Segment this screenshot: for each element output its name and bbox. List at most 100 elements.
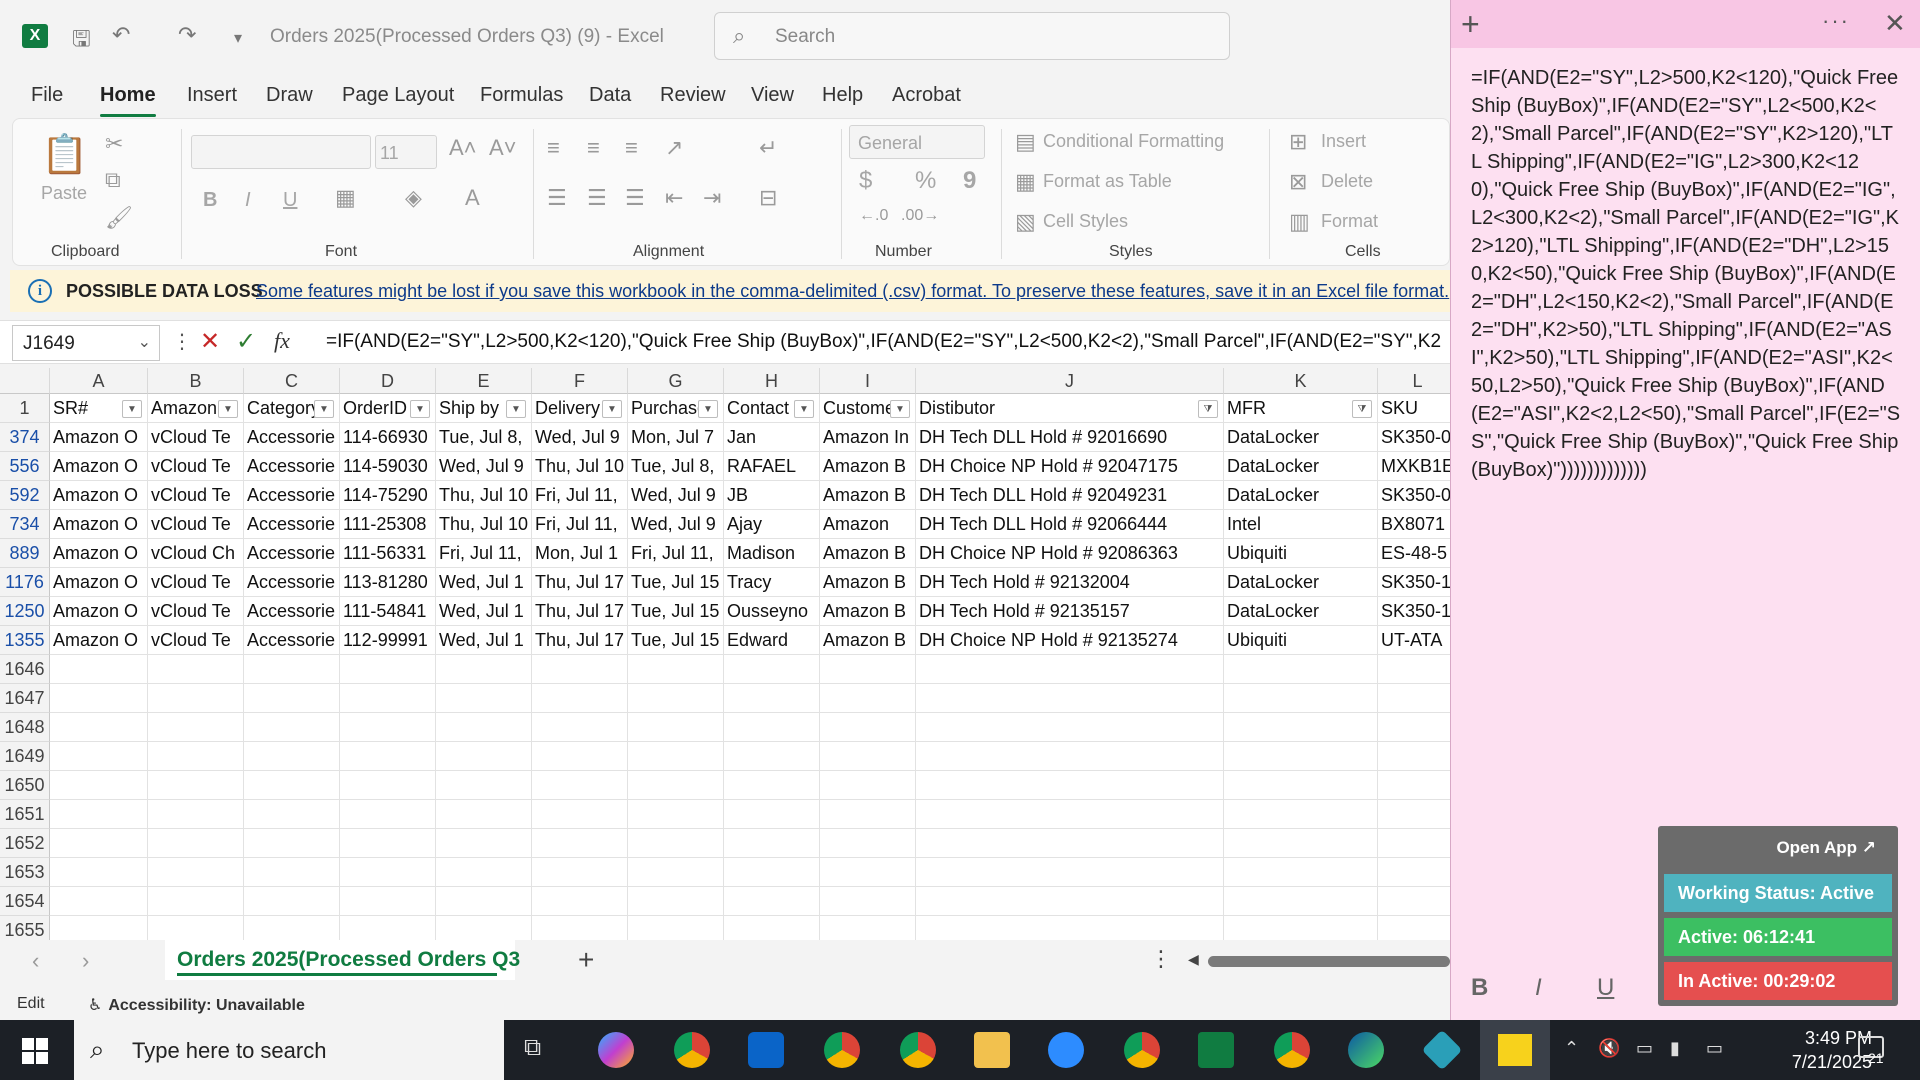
table-cell[interactable]: Amazon O: [50, 510, 148, 539]
filter-dropdown-icon[interactable]: ▼: [218, 400, 238, 418]
empty-cell[interactable]: [628, 655, 724, 684]
filter-dropdown-icon[interactable]: ▼: [602, 400, 622, 418]
table-cell[interactable]: DataLocker: [1224, 452, 1378, 481]
format-cells-button[interactable]: Format: [1321, 211, 1378, 232]
empty-cell[interactable]: [1224, 800, 1378, 829]
empty-cell[interactable]: [148, 771, 244, 800]
table-cell[interactable]: Accessorie: [244, 452, 340, 481]
column-header-a[interactable]: A: [50, 368, 148, 394]
column-header-l[interactable]: L: [1378, 368, 1450, 394]
table-cell[interactable]: UT-ATA: [1378, 626, 1450, 655]
empty-cell[interactable]: [820, 771, 916, 800]
empty-cell[interactable]: [244, 916, 340, 940]
table-cell[interactable]: Accessorie: [244, 626, 340, 655]
table-cell[interactable]: 111-54841: [340, 597, 436, 626]
windows-start-icon[interactable]: [22, 1038, 48, 1064]
empty-cell[interactable]: [1224, 655, 1378, 684]
table-cell[interactable]: 114-66930: [340, 423, 436, 452]
table-cell[interactable]: BX8071: [1378, 510, 1450, 539]
column-header-k[interactable]: K: [1224, 368, 1378, 394]
filter-dropdown-icon[interactable]: ▼: [122, 400, 142, 418]
outlook-icon[interactable]: [748, 1032, 784, 1068]
underline-button[interactable]: U: [283, 189, 297, 212]
empty-cell[interactable]: [50, 713, 148, 742]
table-cell[interactable]: Jan: [724, 423, 820, 452]
empty-cell[interactable]: [820, 829, 916, 858]
tab-view[interactable]: View: [751, 84, 794, 107]
more-options-icon[interactable]: ⋮: [1150, 946, 1172, 972]
tab-review[interactable]: Review: [660, 84, 726, 107]
table-cell[interactable]: Accessorie: [244, 481, 340, 510]
empty-cell[interactable]: [340, 858, 436, 887]
empty-cell[interactable]: [1378, 713, 1450, 742]
table-cell[interactable]: Amazon O: [50, 481, 148, 510]
header-cell[interactable]: OrderID ▼: [340, 394, 436, 423]
table-cell[interactable]: 113-81280: [340, 568, 436, 597]
table-cell[interactable]: Amazon B: [820, 481, 916, 510]
table-cell[interactable]: Accessorie: [244, 568, 340, 597]
clock-date[interactable]: 7/21/2025: [1772, 1052, 1872, 1073]
open-app-button[interactable]: Open App ↗: [1776, 838, 1876, 858]
empty-cell[interactable]: [50, 858, 148, 887]
row-header[interactable]: 556: [0, 452, 50, 481]
filter-dropdown-icon[interactable]: ▼: [794, 400, 814, 418]
redo-icon[interactable]: ↷: [178, 22, 196, 48]
table-cell[interactable]: Tue, Jul 15: [628, 568, 724, 597]
empty-cell[interactable]: [50, 771, 148, 800]
empty-cell[interactable]: [820, 742, 916, 771]
empty-cell[interactable]: [1224, 887, 1378, 916]
wrap-text-icon[interactable]: ↵: [759, 135, 777, 161]
table-cell[interactable]: Tue, Jul 8,: [436, 423, 532, 452]
empty-cell[interactable]: [340, 771, 436, 800]
table-cell[interactable]: vCloud Te: [148, 481, 244, 510]
empty-cell[interactable]: [340, 684, 436, 713]
table-cell[interactable]: Fri, Jul 11,: [532, 481, 628, 510]
decrease-decimal-icon[interactable]: .00→: [901, 207, 939, 225]
search-box[interactable]: ⌕ Search: [714, 12, 1230, 60]
empty-cell[interactable]: [916, 887, 1224, 916]
header-cell[interactable]: Amazon ▼: [148, 394, 244, 423]
table-cell[interactable]: Wed, Jul 9: [628, 481, 724, 510]
table-cell[interactable]: vCloud Te: [148, 510, 244, 539]
format-painter-icon[interactable]: 🖌: [105, 205, 133, 231]
empty-cell[interactable]: [820, 858, 916, 887]
empty-cell[interactable]: [50, 800, 148, 829]
table-cell[interactable]: DH Choice NP Hold # 92135274: [916, 626, 1224, 655]
empty-cell[interactable]: [340, 713, 436, 742]
chrome-profile-icon[interactable]: [674, 1032, 710, 1068]
zoom-icon[interactable]: [1048, 1032, 1084, 1068]
row-header[interactable]: 1655: [0, 916, 50, 940]
empty-cell[interactable]: [244, 713, 340, 742]
table-cell[interactable]: Thu, Jul 10: [436, 481, 532, 510]
insert-cells-button[interactable]: Insert: [1321, 131, 1366, 152]
header-cell[interactable]: Distibutor ⧩: [916, 394, 1224, 423]
table-cell[interactable]: DataLocker: [1224, 481, 1378, 510]
active-filter-icon[interactable]: ⧩: [1198, 400, 1218, 418]
table-cell[interactable]: DH Choice NP Hold # 92086363: [916, 539, 1224, 568]
app-icon[interactable]: [1421, 1029, 1463, 1071]
header-cell[interactable]: Delivery ▼: [532, 394, 628, 423]
column-header-d[interactable]: D: [340, 368, 436, 394]
table-cell[interactable]: SK350-1: [1378, 568, 1450, 597]
table-cell[interactable]: DH Tech DLL Hold # 92066444: [916, 510, 1224, 539]
empty-cell[interactable]: [724, 829, 820, 858]
merge-center-icon[interactable]: ⊟: [759, 185, 777, 211]
table-cell[interactable]: Amazon O: [50, 423, 148, 452]
save-icon[interactable]: 🖫: [72, 22, 91, 60]
empty-cell[interactable]: [916, 829, 1224, 858]
table-cell[interactable]: SK350-0: [1378, 423, 1450, 452]
align-left-icon[interactable]: ☰: [547, 185, 567, 211]
empty-cell[interactable]: [1378, 771, 1450, 800]
empty-cell[interactable]: [916, 684, 1224, 713]
empty-cell[interactable]: [1224, 684, 1378, 713]
table-cell[interactable]: MXKB1E: [1378, 452, 1450, 481]
table-cell[interactable]: SK350-1: [1378, 597, 1450, 626]
align-center-icon[interactable]: ☰: [587, 185, 607, 211]
empty-cell[interactable]: [340, 742, 436, 771]
percent-button[interactable]: %: [915, 167, 936, 195]
tab-file[interactable]: File: [31, 84, 63, 107]
row-header[interactable]: 1651: [0, 800, 50, 829]
empty-cell[interactable]: [532, 887, 628, 916]
table-cell[interactable]: Amazon B: [820, 539, 916, 568]
table-cell[interactable]: Fri, Jul 11,: [436, 539, 532, 568]
